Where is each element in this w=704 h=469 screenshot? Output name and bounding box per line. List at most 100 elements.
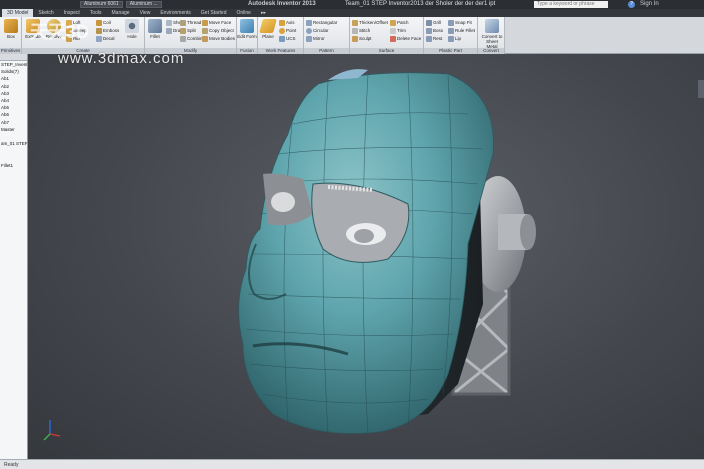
inventor-window: Aluminum 6061 Aluminum ... Autodesk Inve… — [0, 0, 704, 469]
boss-icon — [426, 27, 432, 34]
split-icon — [180, 27, 186, 34]
tab-3d-model[interactable]: 3D Model — [2, 9, 34, 17]
sculpt-button[interactable]: Sculpt — [352, 35, 372, 42]
sculpt-icon — [352, 35, 358, 42]
thicken-icon — [352, 19, 358, 26]
browser-item[interactable]: Master — [0, 126, 27, 133]
axis-button[interactable]: Axis — [279, 19, 295, 26]
tab-tools[interactable]: Tools — [85, 9, 107, 17]
browser-item[interactable]: Ab6 — [0, 111, 27, 118]
decal-label: Decal — [103, 36, 115, 41]
stitch-button[interactable]: Stitch — [352, 27, 370, 34]
stitch-icon — [352, 27, 358, 34]
rest-icon — [426, 35, 432, 42]
thicken-offset-button[interactable]: Thicken/Offset — [352, 19, 388, 26]
browser-item[interactable]: am_01 STEP In — [0, 140, 27, 147]
emboss-icon — [96, 27, 102, 34]
help-icon[interactable]: ? — [628, 1, 635, 8]
ribbon-empty-area — [505, 17, 704, 54]
circular-label: Circular — [313, 28, 329, 33]
boss-button[interactable]: Boss — [426, 27, 443, 34]
move-bodies-button[interactable]: Move Bodies — [202, 35, 235, 42]
browser-item[interactable] — [0, 147, 27, 154]
panel-modify: Fillet Shell Draft Thread Split Combine … — [145, 17, 237, 54]
mirror-icon — [306, 35, 312, 42]
hole-button[interactable]: Hole — [122, 19, 142, 39]
panel-pattern: Rectangular Circular Mirror Pattern — [304, 17, 350, 54]
thread-button[interactable]: Thread — [180, 19, 201, 26]
copy-object-button[interactable]: Copy Object — [202, 27, 234, 34]
tab-sketch[interactable]: Sketch — [33, 9, 58, 17]
split-label: Split — [187, 28, 196, 33]
combine-icon — [180, 35, 186, 42]
rule-fillet-label: Rule Fillet — [455, 28, 476, 33]
browser-item[interactable]: Fillet1 — [0, 162, 27, 169]
browser-item[interactable] — [0, 154, 27, 161]
browser-item[interactable]: Solids(7) — [0, 68, 27, 75]
viewport-side-tab[interactable] — [698, 80, 704, 98]
patch-button[interactable]: Patch — [390, 19, 409, 26]
edit-form-icon — [240, 19, 254, 33]
trim-label: Trim — [397, 28, 406, 33]
axis-icon — [279, 19, 285, 26]
circular-pattern-icon — [306, 27, 312, 34]
tab-environments[interactable]: Environments — [155, 9, 196, 17]
circular-pattern-button[interactable]: Circular — [306, 27, 329, 34]
coil-button[interactable]: Coil — [96, 19, 111, 26]
box-button[interactable]: Box — [1, 19, 21, 39]
ucs-button[interactable]: UCS — [279, 35, 296, 42]
browser-item[interactable]: Ab3 — [0, 90, 27, 97]
graphics-viewport[interactable] — [28, 54, 704, 459]
mirror-button[interactable]: Mirror — [306, 35, 325, 42]
emboss-label: Emboss — [103, 28, 120, 33]
grill-label: Grill — [433, 20, 441, 25]
lip-button[interactable]: Lip — [448, 35, 461, 42]
move-face-label: Move Face — [209, 20, 232, 25]
app-title: Autodesk Inventor 2013 — [248, 1, 316, 7]
tab-online[interactable]: Online — [232, 9, 256, 17]
tab-inspect[interactable]: Inspect — [59, 9, 85, 17]
panel-work-features: Plane Axis Point UCS Work Features — [258, 17, 304, 54]
fillet-button[interactable]: Fillet — [145, 19, 165, 39]
hole-icon — [125, 19, 139, 33]
rest-button[interactable]: Rest — [426, 35, 442, 42]
browser-item[interactable]: Ab1 — [0, 75, 27, 82]
lip-icon — [448, 35, 454, 42]
search-input[interactable]: Type a keyword or phrase — [534, 1, 608, 8]
grill-button[interactable]: Grill — [426, 19, 441, 26]
browser-item[interactable] — [0, 133, 27, 140]
model-browser: STEP_Inventor Solids(7) Ab1 Ab2 Ab3 Ab4 … — [0, 54, 28, 459]
fillet-icon — [148, 19, 162, 33]
tab-get-started[interactable]: Get Started — [196, 9, 232, 17]
convert-sheet-metal-button[interactable]: Convert to Sheet Metal — [481, 19, 503, 49]
rectangular-pattern-button[interactable]: Rectangular — [306, 19, 337, 26]
title-bar: Aluminum 6061 Aluminum ... Autodesk Inve… — [0, 0, 704, 9]
snap-fit-icon — [448, 19, 454, 26]
browser-item[interactable]: Ab2 — [0, 83, 27, 90]
rest-label: Rest — [433, 36, 443, 41]
delete-face-button[interactable]: Delete Face — [390, 35, 421, 42]
emboss-button[interactable]: Emboss — [96, 27, 119, 34]
tab-manage[interactable]: Manage — [107, 9, 135, 17]
point-button[interactable]: Point — [279, 27, 296, 34]
sculpt-label: Sculpt — [359, 36, 372, 41]
browser-item[interactable]: Ab5 — [0, 104, 27, 111]
browser-item[interactable]: STEP_Inventor — [0, 61, 27, 68]
trim-button[interactable]: Trim — [390, 27, 406, 34]
delete-face-icon — [390, 35, 396, 42]
tab-view[interactable]: View — [135, 9, 156, 17]
split-button[interactable]: Split — [180, 27, 196, 34]
edit-form-button[interactable]: Edit Form — [237, 19, 257, 39]
move-face-button[interactable]: Move Face — [202, 19, 231, 26]
material-combo[interactable]: Aluminum 6061 — [80, 1, 123, 8]
browser-item[interactable]: Ab7 — [0, 119, 27, 126]
plane-button[interactable]: Plane — [258, 19, 278, 39]
sign-in-link[interactable]: Sign In — [640, 0, 659, 9]
snap-fit-button[interactable]: Snap Fit — [448, 19, 472, 26]
appearance-combo[interactable]: Aluminum ... — [125, 1, 162, 8]
view-triad — [43, 420, 61, 441]
decal-button[interactable]: Decal — [96, 35, 115, 42]
browser-item[interactable]: Ab4 — [0, 97, 27, 104]
rule-fillet-button[interactable]: Rule Fillet — [448, 27, 475, 34]
tab-overflow[interactable]: ▸▸ — [256, 9, 271, 17]
